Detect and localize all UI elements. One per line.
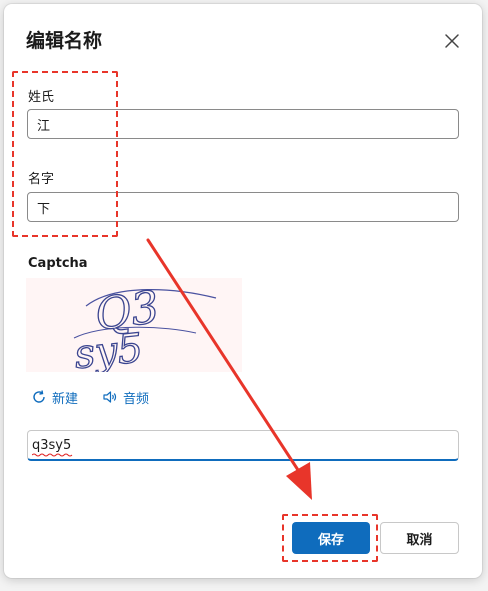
- svg-text:sy5: sy5: [72, 325, 145, 372]
- last-name-field[interactable]: [27, 109, 459, 139]
- audio-captcha-label: 音频: [123, 391, 150, 407]
- new-captcha-label: 新建: [52, 391, 79, 407]
- save-button[interactable]: 保存: [292, 522, 370, 554]
- new-captcha-button[interactable]: 新建: [31, 386, 78, 408]
- close-icon[interactable]: [441, 30, 463, 52]
- cancel-button[interactable]: 取消: [380, 522, 459, 554]
- edit-name-dialog: 编辑名称 姓氏 名字 Captcha Q3 sy5 新建 音频 保存: [4, 4, 482, 578]
- spellcheck-underline: [32, 453, 73, 457]
- first-name-label: 名字: [28, 172, 55, 187]
- refresh-icon: [33, 390, 45, 403]
- audio-captcha-button[interactable]: 音频: [102, 386, 149, 408]
- last-name-label: 姓氏: [28, 90, 55, 105]
- speaker-icon: [103, 391, 117, 403]
- captcha-label: Captcha: [28, 256, 88, 271]
- dialog-title: 编辑名称: [26, 30, 103, 52]
- first-name-field[interactable]: [27, 192, 459, 222]
- captcha-input[interactable]: [27, 430, 459, 461]
- captcha-image: Q3 sy5: [26, 278, 242, 379]
